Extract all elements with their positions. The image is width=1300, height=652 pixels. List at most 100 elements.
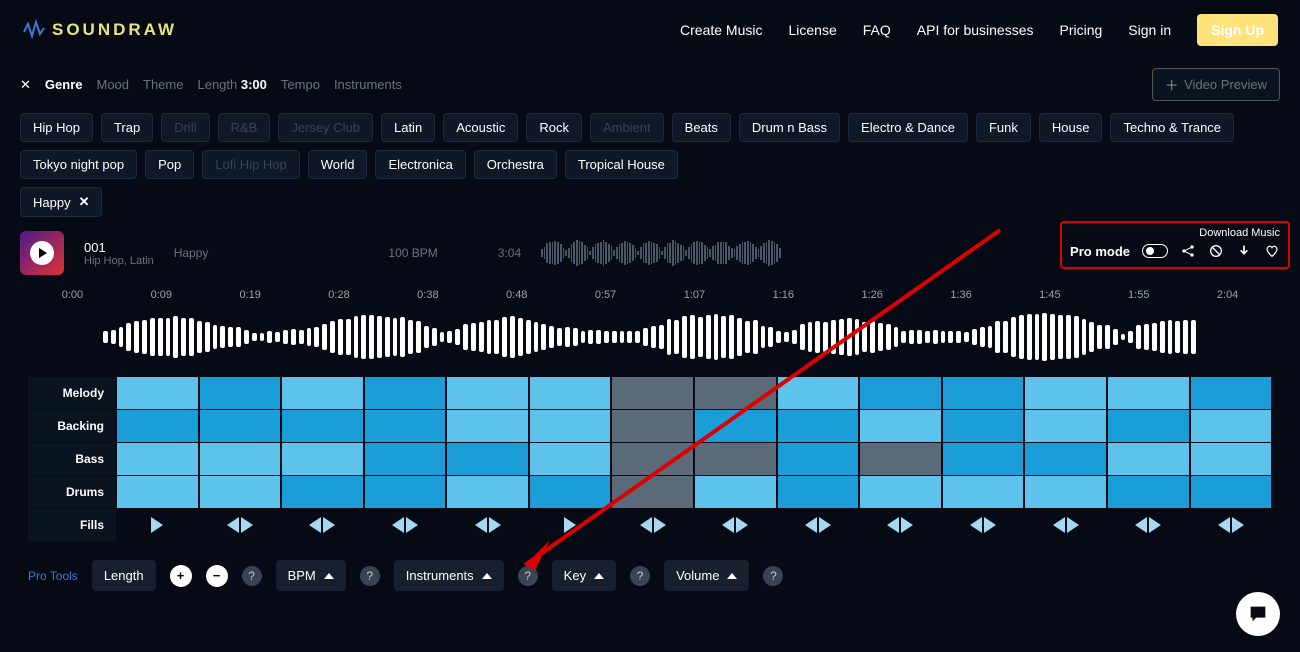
segment-cell[interactable] <box>1191 443 1272 475</box>
filter-instruments[interactable]: Instruments <box>334 77 402 92</box>
segment-cell[interactable] <box>778 410 859 442</box>
genre-tag[interactable]: Electronica <box>375 150 465 179</box>
genre-tag[interactable]: Acoustic <box>443 113 518 142</box>
length-control[interactable]: Length <box>92 560 156 591</box>
segment-cell[interactable] <box>943 476 1024 508</box>
fill-prev-icon[interactable] <box>722 517 734 533</box>
nav-license[interactable]: License <box>788 22 836 38</box>
mood-tag-happy[interactable]: Happy✕ <box>20 187 102 217</box>
segment-cell[interactable] <box>365 377 446 409</box>
fill-prev-icon[interactable] <box>805 517 817 533</box>
genre-tag[interactable]: Drill <box>161 113 209 142</box>
key-help-icon[interactable]: ? <box>630 566 650 586</box>
segment-cell[interactable] <box>1025 476 1106 508</box>
track-thumbnail[interactable] <box>20 231 64 275</box>
genre-tag[interactable]: Lofi Hip Hop <box>202 150 300 179</box>
regenerate-icon[interactable] <box>1208 243 1224 259</box>
genre-tag[interactable]: Tokyo night pop <box>20 150 137 179</box>
genre-tag[interactable]: Latin <box>381 113 435 142</box>
segment-cell[interactable] <box>860 443 941 475</box>
genre-tag[interactable]: House <box>1039 113 1103 142</box>
download-icon[interactable] <box>1236 243 1252 259</box>
nav-signup[interactable]: Sign Up <box>1197 14 1278 46</box>
fill-next-icon[interactable] <box>151 517 163 533</box>
bpm-help-icon[interactable]: ? <box>360 566 380 586</box>
mini-waveform[interactable] <box>541 238 781 268</box>
segment-cell[interactable] <box>695 443 776 475</box>
fill-next-icon[interactable] <box>1067 517 1079 533</box>
bpm-control[interactable]: BPM <box>276 560 346 591</box>
fill-next-icon[interactable] <box>984 517 996 533</box>
segment-cell[interactable] <box>117 476 198 508</box>
length-plus[interactable]: + <box>170 565 192 587</box>
genre-tag[interactable]: Pop <box>145 150 194 179</box>
segment-cell[interactable] <box>1191 476 1272 508</box>
segment-cell[interactable] <box>1191 410 1272 442</box>
segment-cell[interactable] <box>612 476 693 508</box>
genre-tag[interactable]: Jersey Club <box>278 113 373 142</box>
close-filters-icon[interactable]: ✕ <box>20 77 31 93</box>
fill-next-icon[interactable] <box>736 517 748 533</box>
segment-cell[interactable] <box>282 476 363 508</box>
fill-next-icon[interactable] <box>1232 517 1244 533</box>
segment-cell[interactable] <box>447 410 528 442</box>
segment-cell[interactable] <box>695 410 776 442</box>
fill-next-icon[interactable] <box>901 517 913 533</box>
segment-cell[interactable] <box>530 410 611 442</box>
heart-icon[interactable] <box>1264 243 1280 259</box>
genre-tag[interactable]: Rock <box>526 113 582 142</box>
video-preview-button[interactable]: ＋ Video Preview <box>1152 68 1280 101</box>
nav-api[interactable]: API for businesses <box>917 22 1034 38</box>
play-icon[interactable] <box>30 241 54 265</box>
genre-tag[interactable]: Beats <box>672 113 731 142</box>
fill-prev-icon[interactable] <box>640 517 652 533</box>
fill-prev-icon[interactable] <box>475 517 487 533</box>
segment-cell[interactable] <box>530 476 611 508</box>
chat-bubble-icon[interactable] <box>1236 592 1280 636</box>
segment-cell[interactable] <box>200 377 281 409</box>
segment-cell[interactable] <box>860 377 941 409</box>
segment-cell[interactable] <box>943 377 1024 409</box>
fill-next-icon[interactable] <box>406 517 418 533</box>
nav-create-music[interactable]: Create Music <box>680 22 762 38</box>
brand-logo[interactable]: SOUNDRAW <box>22 18 177 42</box>
remove-mood-icon[interactable]: ✕ <box>79 194 90 210</box>
fill-prev-icon[interactable] <box>309 517 321 533</box>
fill-prev-icon[interactable] <box>887 517 899 533</box>
segment-cell[interactable] <box>943 443 1024 475</box>
segment-cell[interactable] <box>860 410 941 442</box>
segment-cell[interactable] <box>117 377 198 409</box>
segment-cell[interactable] <box>365 410 446 442</box>
fill-next-icon[interactable] <box>564 517 576 533</box>
fill-prev-icon[interactable] <box>392 517 404 533</box>
segment-cell[interactable] <box>943 410 1024 442</box>
segment-cell[interactable] <box>530 443 611 475</box>
pro-mode-toggle[interactable] <box>1142 244 1168 258</box>
segment-cell[interactable] <box>117 443 198 475</box>
segment-cell[interactable] <box>365 476 446 508</box>
length-minus[interactable]: − <box>206 565 228 587</box>
segment-cell[interactable] <box>612 377 693 409</box>
genre-tag[interactable]: R&B <box>218 113 271 142</box>
fill-next-icon[interactable] <box>1149 517 1161 533</box>
segment-cell[interactable] <box>530 377 611 409</box>
genre-tag[interactable]: Techno & Trance <box>1110 113 1234 142</box>
segment-cell[interactable] <box>1025 377 1106 409</box>
length-help-icon[interactable]: ? <box>242 566 262 586</box>
segment-cell[interactable] <box>778 377 859 409</box>
filter-length[interactable]: Length 3:00 <box>197 77 266 92</box>
segment-cell[interactable] <box>860 476 941 508</box>
fill-prev-icon[interactable] <box>1053 517 1065 533</box>
segment-cell[interactable] <box>117 410 198 442</box>
segment-cell[interactable] <box>447 377 528 409</box>
segment-cell[interactable] <box>447 443 528 475</box>
segment-cell[interactable] <box>200 410 281 442</box>
segment-cell[interactable] <box>200 476 281 508</box>
segment-cell[interactable] <box>1108 476 1189 508</box>
filter-theme[interactable]: Theme <box>143 77 183 92</box>
large-waveform[interactable] <box>28 307 1272 367</box>
genre-tag[interactable]: Tropical House <box>565 150 678 179</box>
segment-cell[interactable] <box>778 443 859 475</box>
segment-cell[interactable] <box>612 443 693 475</box>
fill-prev-icon[interactable] <box>1218 517 1230 533</box>
